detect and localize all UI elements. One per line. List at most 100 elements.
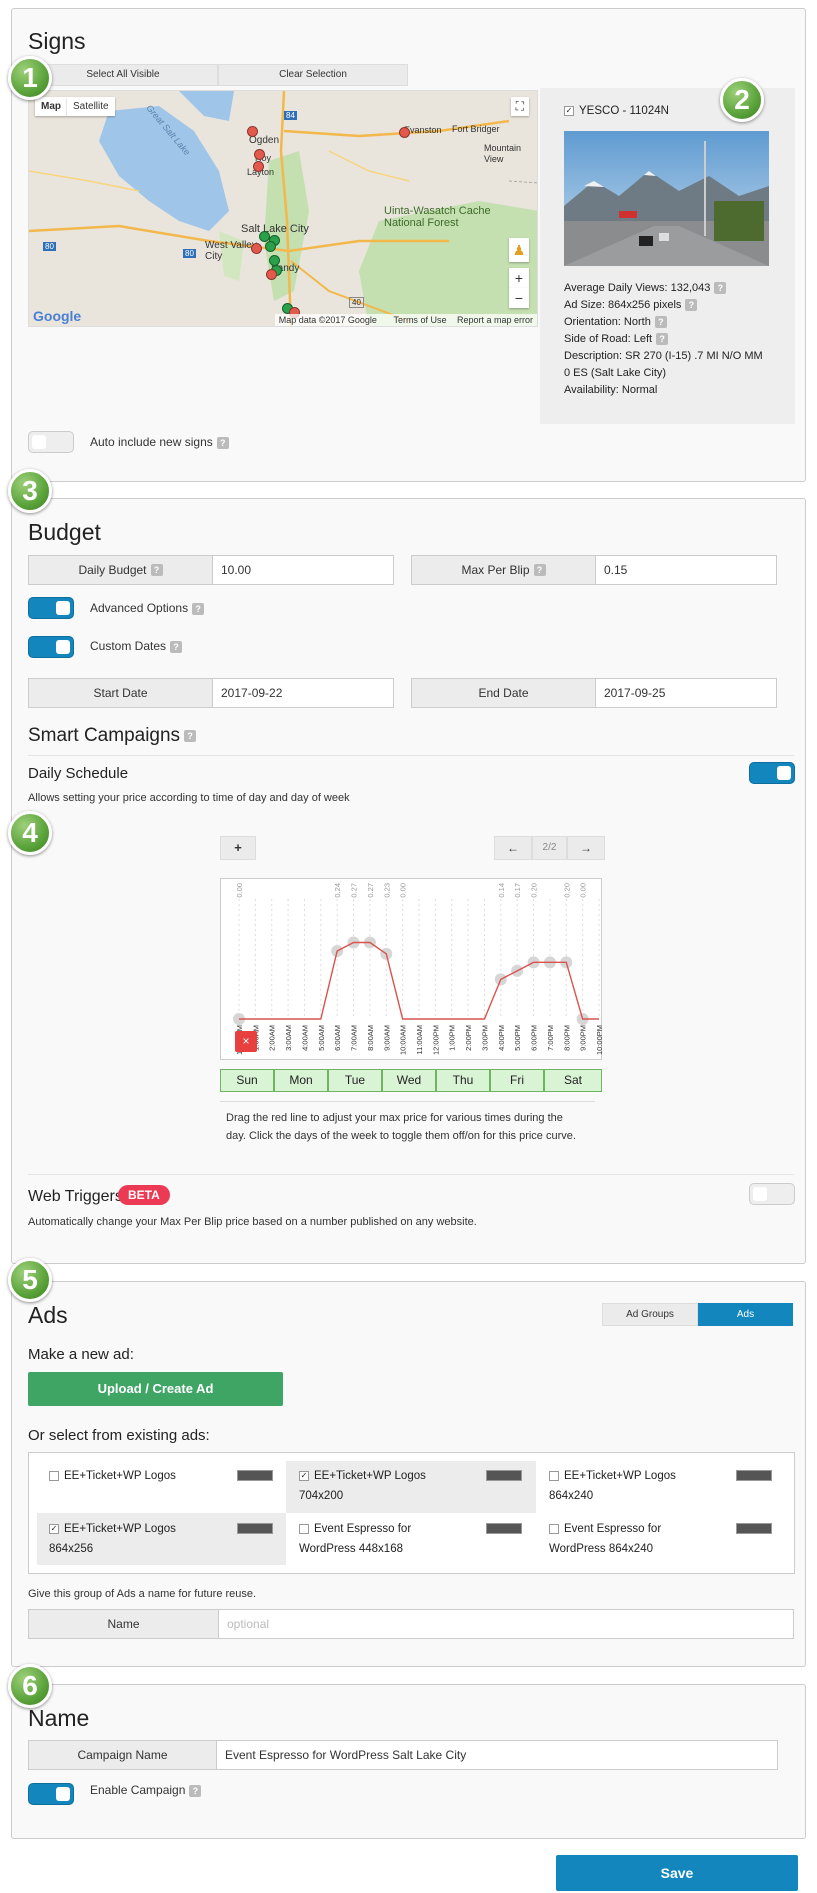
sign-marker[interactable] [266, 269, 277, 280]
tab-ads[interactable]: Ads [698, 1303, 793, 1326]
ad-group-name-field[interactable]: Name optional [28, 1609, 794, 1639]
end-date-field[interactable]: End Date 2017-09-25 [411, 678, 777, 708]
custom-dates-toggle[interactable] [28, 636, 74, 658]
save-button[interactable]: Save [556, 1855, 798, 1891]
price-data-label: 0.00 [235, 883, 244, 898]
price-data-label: 0.20 [530, 883, 539, 898]
help-icon[interactable]: ? [189, 1784, 202, 1797]
ad-item[interactable]: Event Espresso for WordPress 448x168 [299, 1519, 411, 1559]
sign-info-card: ✓ YESCO - 11024N Average Daily Views: 132… [540, 88, 795, 424]
max-per-blip-input[interactable]: 0.15 [596, 556, 776, 584]
daily-budget-field[interactable]: Daily Budget? 10.00 [28, 555, 394, 585]
terms-link[interactable]: Terms of Use [393, 315, 446, 325]
custom-dates-label: Custom Dates? [90, 639, 183, 653]
campaign-name-field[interactable]: Campaign Name Event Espresso for WordPre… [28, 1740, 778, 1770]
ad-checkbox[interactable] [299, 1523, 309, 1534]
ad-checkbox[interactable]: ✓ [299, 1470, 309, 1481]
help-icon[interactable]: ? [150, 564, 163, 576]
hour-tick-label: 9:00AM [382, 1025, 391, 1051]
select-existing-label: Or select from existing ads: [28, 1427, 210, 1444]
zoom-in-button[interactable]: + [509, 268, 529, 288]
start-date-input[interactable]: 2017-09-22 [213, 679, 393, 707]
tab-ad-groups[interactable]: Ad Groups [602, 1303, 698, 1326]
sign-marker[interactable] [253, 161, 264, 172]
ad-item[interactable]: Event Espresso for WordPress 864x240 [549, 1519, 661, 1559]
day-toggle-thu[interactable]: Thu [436, 1069, 490, 1092]
help-icon[interactable]: ? [714, 282, 727, 295]
day-toggle-sun[interactable]: Sun [220, 1069, 274, 1092]
map-label: Fort Bridger [452, 124, 500, 134]
sign-marker[interactable] [265, 241, 276, 252]
end-date-input[interactable]: 2017-09-25 [596, 679, 776, 707]
ad-group-name-input[interactable]: optional [219, 1610, 793, 1638]
daily-schedule-toggle[interactable] [749, 762, 795, 784]
price-curve-chart[interactable]: 12:00AM0.001:00AM2:00AM3:00AM4:00AM5:00A… [220, 878, 604, 1061]
zoom-out-button[interactable]: − [509, 288, 529, 308]
map-type-map-button[interactable]: Map [35, 97, 67, 116]
add-curve-button[interactable]: + [220, 836, 256, 860]
map[interactable]: Map Satellite ⛶ ♟ + − Great Salt Lake Og… [28, 90, 538, 327]
hour-tick-label: 11:00AM [415, 1025, 424, 1054]
sign-name: YESCO - 11024N [579, 105, 669, 117]
auto-include-toggle[interactable] [28, 431, 74, 453]
max-per-blip-field[interactable]: Max Per Blip? 0.15 [411, 555, 777, 585]
report-map-error-link[interactable]: Report a map error [457, 315, 533, 325]
map-type-satellite-button[interactable]: Satellite [67, 97, 115, 116]
next-curve-button[interactable]: → [567, 836, 605, 860]
daily-budget-input[interactable]: 10.00 [213, 556, 393, 584]
price-data-label: 0.24 [333, 883, 342, 898]
advanced-options-toggle[interactable] [28, 597, 74, 619]
auto-include-label: Auto include new signs? [90, 435, 229, 449]
price-curve-svg[interactable]: 12:00AM0.001:00AM2:00AM3:00AM4:00AM5:00A… [221, 879, 604, 1061]
day-toggle-sat[interactable]: Sat [544, 1069, 602, 1092]
day-toggle-fri[interactable]: Fri [490, 1069, 544, 1092]
sign-marker[interactable] [254, 149, 265, 160]
ad-item[interactable]: EE+Ticket+WP Logos 864x240 [549, 1466, 676, 1506]
help-icon[interactable]: ? [192, 602, 205, 615]
ad-item[interactable]: ✓ EE+Ticket+WP Logos 704x200 [299, 1466, 426, 1506]
hour-tick-label: 5:00AM [317, 1025, 326, 1051]
sign-marker[interactable] [251, 243, 262, 254]
start-date-field[interactable]: Start Date 2017-09-22 [28, 678, 394, 708]
clear-selection-button[interactable]: Clear Selection [218, 64, 408, 86]
ad-checkbox[interactable] [549, 1470, 559, 1481]
sign-marker[interactable] [247, 126, 258, 137]
ad-checkbox[interactable]: ✓ [49, 1523, 59, 1534]
start-date-label: Start Date [29, 679, 213, 707]
enable-campaign-toggle[interactable] [28, 1783, 74, 1805]
step-badge: 2 [720, 78, 764, 122]
upload-create-ad-button[interactable]: Upload / Create Ad [28, 1372, 283, 1406]
campaign-name-input[interactable]: Event Espresso for WordPress Salt Lake C… [217, 1741, 777, 1769]
ad-item[interactable]: EE+Ticket+WP Logos [49, 1466, 176, 1486]
sign-marker[interactable] [399, 127, 410, 138]
fullscreen-icon[interactable]: ⛶ [510, 97, 529, 116]
remove-curve-button[interactable]: × [235, 1031, 257, 1052]
help-icon[interactable]: ? [533, 564, 546, 576]
day-toggle-mon[interactable]: Mon [274, 1069, 328, 1092]
previous-curve-button[interactable]: ← [494, 836, 532, 860]
ad-checkbox[interactable] [549, 1523, 559, 1534]
day-toggle-tue[interactable]: Tue [328, 1069, 382, 1092]
help-icon[interactable]: ? [216, 436, 229, 449]
hour-tick-label: 3:00AM [284, 1025, 293, 1051]
hour-tick-label: 8:00AM [366, 1025, 375, 1051]
map-label: Salt Lake City [241, 223, 309, 235]
hour-tick-label: 2:00AM [268, 1025, 277, 1051]
ad-checkbox[interactable] [49, 1470, 59, 1481]
ads-title: Ads [28, 1302, 68, 1328]
road-shield: 80 [43, 242, 56, 251]
street-view-pegman-icon[interactable]: ♟ [509, 238, 529, 262]
ad-item[interactable]: ✓ EE+Ticket+WP Logos 864x256 [49, 1519, 176, 1559]
day-toggle-wed[interactable]: Wed [382, 1069, 436, 1092]
hour-tick-label: 7:00PM [546, 1025, 555, 1051]
sign-checkbox[interactable]: ✓ [564, 105, 574, 116]
help-icon[interactable]: ? [184, 729, 197, 742]
web-triggers-toggle[interactable] [749, 1183, 795, 1205]
select-all-visible-button[interactable]: Select All Visible [28, 64, 218, 86]
help-icon[interactable]: ? [654, 316, 667, 329]
sign-name-row[interactable]: ✓ YESCO - 11024N [564, 105, 669, 117]
help-icon[interactable]: ? [170, 640, 183, 653]
sign-orientation: Orientation: North? [564, 316, 667, 329]
help-icon[interactable]: ? [656, 333, 669, 346]
help-icon[interactable]: ? [685, 299, 698, 312]
